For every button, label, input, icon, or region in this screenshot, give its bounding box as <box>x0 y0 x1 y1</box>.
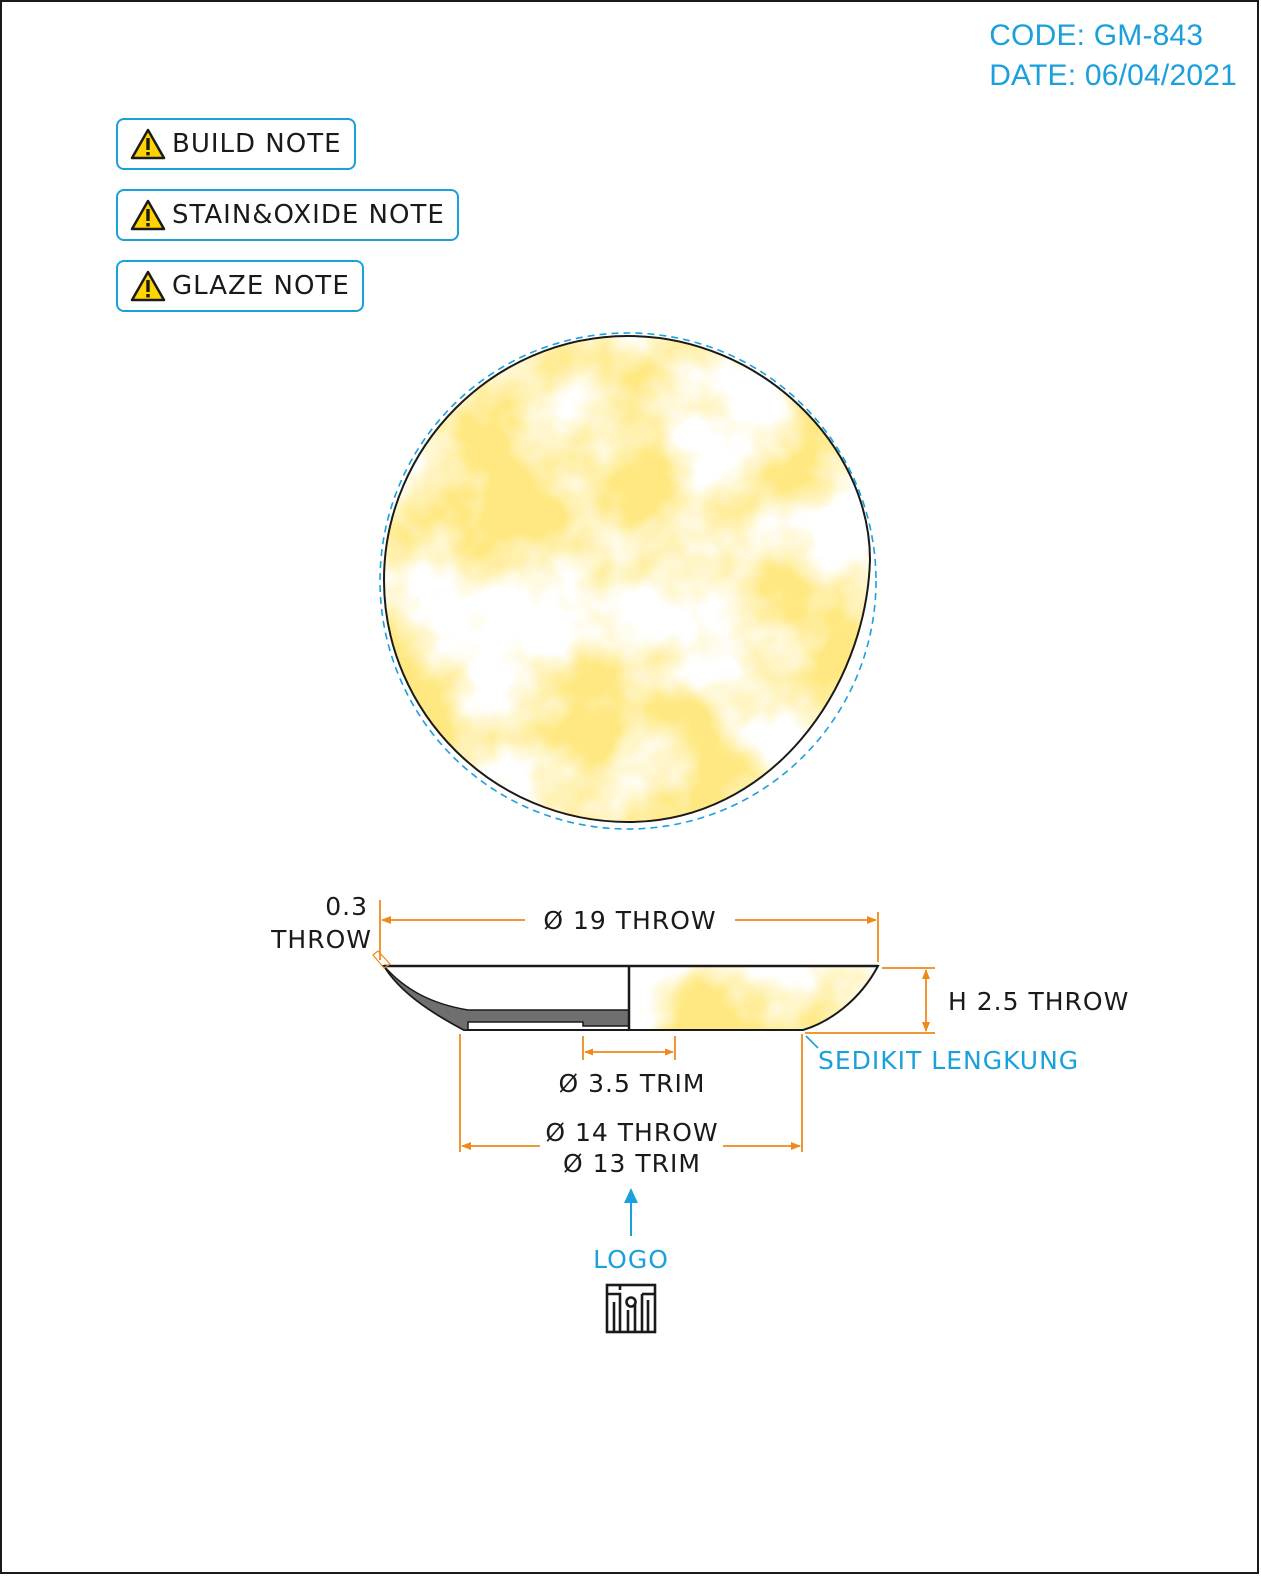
height-label: H 2.5 THROW <box>948 987 1129 1016</box>
curve-note-label: SEDIKIT LENGKUNG <box>818 1046 1079 1075</box>
curve-note-leader <box>805 1035 819 1049</box>
plate-section-view <box>382 964 880 1031</box>
technical-drawing: 0.3 THROW Ø 19 THROW H 2.5 THROW SEDIKIT… <box>270 332 1129 1334</box>
base-throw-label: Ø 14 THROW <box>545 1118 718 1147</box>
arrow-up-icon <box>624 1188 638 1203</box>
logo-label: LOGO <box>593 1245 669 1274</box>
base-trim-label: Ø 13 TRIM <box>563 1149 701 1178</box>
lip-thickness-value: 0.3 <box>325 892 368 921</box>
plate-top-view <box>379 332 877 830</box>
glaze-texture <box>384 336 870 822</box>
lip-thickness-unit: THROW <box>270 925 372 954</box>
inner-trim-label: Ø 3.5 TRIM <box>559 1069 706 1098</box>
maker-logo-icon <box>605 1283 657 1334</box>
top-diameter-label: Ø 19 THROW <box>543 906 716 935</box>
